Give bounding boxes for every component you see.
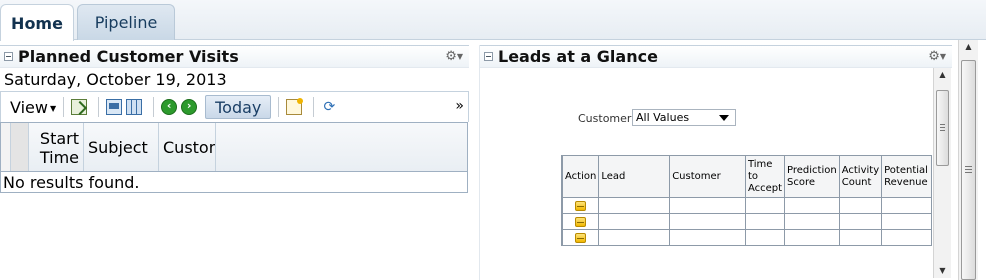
action-icon[interactable] <box>575 200 587 211</box>
time-to-accept-cell <box>744 229 786 246</box>
scroll-down-arrow-icon[interactable]: ▼ <box>934 264 951 278</box>
table-row[interactable] <box>562 229 932 246</box>
customer-filter-label: Customer <box>578 112 632 125</box>
grip-icon <box>940 124 945 131</box>
grid-view-icon[interactable] <box>126 99 143 115</box>
collapse-icon[interactable] <box>4 52 13 61</box>
prediction-score-cell <box>784 197 840 214</box>
lead-cell <box>598 229 671 246</box>
row-selector-header[interactable] <box>1 123 11 171</box>
chevron-down-icon: ▼ <box>939 52 946 61</box>
column-header-action[interactable]: Action <box>562 155 600 198</box>
view-menu-label: View <box>10 97 48 117</box>
view-menu[interactable]: View ▼ <box>10 98 56 117</box>
customer-filter-value: All Values <box>636 111 690 124</box>
empty-message: No results found. <box>3 172 140 192</box>
chevron-down-icon: ▼ <box>49 103 57 113</box>
scroll-thumb[interactable] <box>936 90 949 166</box>
column-header-start-time[interactable]: Start Time <box>29 123 84 171</box>
activity-count-cell <box>838 197 883 214</box>
activity-count-cell <box>838 229 883 246</box>
table-header-row: Action Lead Customer Time to Accept Pred… <box>562 155 932 198</box>
scroll-up-arrow-icon[interactable]: ▲ <box>959 40 978 54</box>
more-actions-button[interactable]: » <box>455 98 464 114</box>
column-header-time-to-accept[interactable]: Time to Accept <box>744 155 786 198</box>
visits-table: Start Time Subject Customer No results f… <box>0 122 468 193</box>
grip-icon <box>965 166 972 173</box>
dropdown-arrow-icon <box>719 115 729 121</box>
action-cell <box>562 197 600 214</box>
action-icon[interactable] <box>575 232 587 243</box>
column-header-subject[interactable]: Subject <box>84 123 159 171</box>
next-icon[interactable]: › <box>181 99 198 115</box>
previous-glyph: ‹ <box>166 99 172 112</box>
row-selector-header[interactable] <box>11 123 29 171</box>
planned-customer-visits-panel: Planned Customer Visits ⚙▼ Saturday, Oct… <box>0 45 469 280</box>
customer-cell <box>669 213 746 230</box>
prediction-score-cell <box>784 229 840 246</box>
customer-filter-select[interactable]: All Values <box>632 109 736 126</box>
column-header-customer[interactable]: Customer <box>159 123 216 171</box>
collapse-icon[interactable] <box>484 52 493 61</box>
card-view-icon[interactable] <box>106 99 123 115</box>
action-cell <box>562 229 600 246</box>
column-header-prediction-score[interactable]: Prediction Score <box>784 155 840 198</box>
tab-bar: Home Pipeline <box>0 0 986 41</box>
leads-at-a-glance-panel: Leads at a Glance ⚙▼ Customer All Values… <box>479 45 952 280</box>
action-cell <box>562 213 600 230</box>
page-scrollbar[interactable]: ▲ <box>958 40 978 280</box>
time-to-accept-cell <box>744 213 786 230</box>
calendar-toolbar: View ▼ ‹ › Today ⟳ » <box>0 91 469 122</box>
column-header-activity-count[interactable]: Activity Count <box>838 155 883 198</box>
column-header-customer[interactable]: Customer <box>669 155 746 198</box>
tab-pipeline[interactable]: Pipeline <box>77 4 175 40</box>
prediction-score-cell <box>784 213 840 230</box>
toolbar-separator <box>63 97 65 117</box>
page: Home Pipeline Planned Customer Visits ⚙▼… <box>0 0 986 280</box>
tab-home[interactable]: Home <box>0 4 74 41</box>
new-appointment-icon[interactable] <box>286 98 304 115</box>
toolbar-separator <box>278 97 280 117</box>
previous-icon[interactable]: ‹ <box>161 99 178 115</box>
synchronize-icon[interactable]: ⟳ <box>321 99 337 115</box>
lead-cell <box>598 213 671 230</box>
column-header-potential-revenue[interactable]: Potential Revenue <box>881 155 932 198</box>
potential-revenue-cell <box>881 213 932 230</box>
export-icon[interactable] <box>71 99 88 115</box>
scroll-up-arrow-icon[interactable]: ▲ <box>934 68 951 82</box>
scroll-thumb[interactable] <box>961 60 976 280</box>
next-glyph: › <box>186 99 192 112</box>
gear-icon[interactable]: ⚙▼ <box>928 49 946 64</box>
toolbar-separator <box>153 97 155 117</box>
action-icon[interactable] <box>575 216 587 227</box>
leads-body: Customer All Values Action Lead Customer… <box>480 68 952 278</box>
customer-cell <box>669 229 746 246</box>
panel-header: Planned Customer Visits ⚙▼ <box>0 45 469 68</box>
panel-header: Leads at a Glance ⚙▼ <box>480 45 952 68</box>
table-row[interactable] <box>562 213 932 230</box>
panel-title: Planned Customer Visits <box>18 47 239 66</box>
toolbar-separator <box>313 97 315 117</box>
customer-cell <box>669 197 746 214</box>
potential-revenue-cell <box>881 229 932 246</box>
column-header-lead[interactable]: Lead <box>598 155 671 198</box>
toolbar-separator <box>98 97 100 117</box>
table-row[interactable] <box>562 197 932 214</box>
table-header: Start Time Subject Customer <box>1 123 467 172</box>
current-date: Saturday, October 19, 2013 <box>4 70 227 89</box>
lead-cell <box>598 197 671 214</box>
panel-scrollbar[interactable]: ▲ ▼ <box>933 68 951 278</box>
potential-revenue-cell <box>881 197 932 214</box>
panel-title: Leads at a Glance <box>498 47 658 66</box>
today-button[interactable]: Today <box>205 95 272 119</box>
time-to-accept-cell <box>744 197 786 214</box>
activity-count-cell <box>838 213 883 230</box>
chevron-down-icon: ▼ <box>456 52 463 61</box>
leads-table: Action Lead Customer Time to Accept Pred… <box>561 155 932 246</box>
gear-icon[interactable]: ⚙▼ <box>445 49 463 64</box>
